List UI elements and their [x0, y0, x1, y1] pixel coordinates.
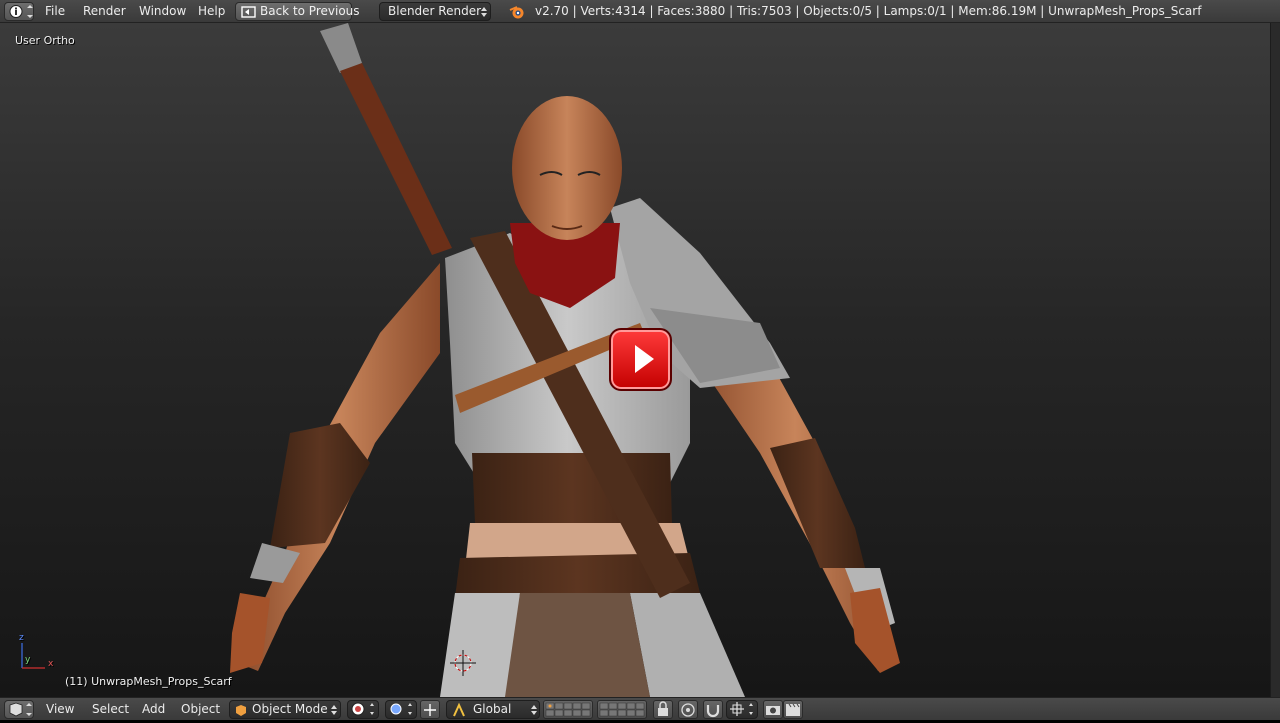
render-engine-select[interactable]: Blender Render — [379, 2, 491, 21]
axis-x-label: x — [48, 659, 54, 669]
menu-help[interactable]: Help — [198, 0, 225, 23]
render-animation-button[interactable] — [783, 700, 803, 719]
pivot-point-select[interactable] — [385, 700, 417, 719]
clapperboard-icon — [786, 703, 800, 716]
snap-element-select[interactable] — [726, 700, 758, 719]
menu-window[interactable]: Window — [139, 0, 186, 23]
view-type-label: User Ortho — [15, 34, 75, 47]
editor-type-selector[interactable] — [4, 2, 34, 21]
orientation-arrows-icon — [531, 705, 537, 715]
camera-icon — [766, 706, 780, 715]
scene-stats: v2.70 | Verts:4314 | Faces:3880 | Tris:7… — [535, 4, 1202, 18]
blender-logo-icon — [509, 6, 524, 19]
viewport-scrollbar[interactable] — [1270, 23, 1280, 697]
editor-type-selector-3d[interactable] — [4, 700, 34, 719]
layers-group-1[interactable] — [543, 700, 593, 719]
info-header: File Render Window Help Back to Previous… — [0, 0, 1280, 23]
back-to-previous-label: Back to Previous — [260, 4, 360, 18]
menu-file[interactable]: File — [45, 0, 65, 23]
orientation-icon — [453, 702, 465, 717]
mode-value: Object Mode — [252, 702, 328, 716]
snap-grid-icon — [730, 702, 753, 716]
mode-arrows-icon — [331, 705, 337, 715]
back-screen-icon — [241, 6, 256, 18]
snap-toggle-button[interactable] — [703, 700, 723, 719]
3d-view-header: View Select Add Object Object Mode Globa… — [0, 697, 1280, 720]
info-icon — [9, 5, 33, 18]
magnet-icon — [706, 705, 720, 718]
axis-z-label: z — [19, 633, 24, 643]
viewport-shading-select[interactable] — [347, 700, 379, 719]
orientation-value: Global — [473, 702, 512, 716]
proportional-editing-button[interactable] — [678, 700, 698, 719]
layers-group-2[interactable] — [597, 700, 647, 719]
active-object-label: (11) UnwrapMesh_Props_Scarf — [65, 675, 232, 688]
menu-add[interactable]: Add — [142, 698, 165, 721]
manipulator-toggle[interactable] — [420, 700, 440, 719]
menu-select[interactable]: Select — [92, 698, 129, 721]
proportional-icon — [681, 703, 695, 717]
render-image-button[interactable] — [763, 700, 783, 719]
lock-camera-button[interactable] — [653, 700, 673, 719]
mode-select[interactable]: Object Mode — [229, 700, 341, 719]
shading-icon — [351, 702, 374, 716]
pivot-icon — [390, 703, 412, 715]
menu-render[interactable]: Render — [83, 0, 126, 23]
layers-icon — [545, 702, 591, 717]
render-engine-value: Blender Render — [388, 4, 482, 18]
lock-icon — [658, 701, 668, 716]
axis-y-label: y — [25, 655, 31, 665]
menu-view[interactable]: View — [46, 698, 74, 721]
back-to-previous-button[interactable]: Back to Previous — [235, 2, 360, 21]
3d-viewport[interactable]: User Ortho z y x (11) UnwrapMesh_Props_S… — [0, 23, 1270, 697]
cube-icon — [9, 702, 32, 717]
updown-arrows-icon — [481, 7, 487, 17]
menu-object[interactable]: Object — [181, 698, 220, 721]
video-play-button[interactable] — [609, 328, 672, 391]
object-mode-icon — [236, 705, 246, 716]
layers-icon-2 — [599, 702, 645, 717]
transform-orientation-select[interactable]: Global — [446, 700, 540, 719]
manipulator-icon — [424, 704, 436, 716]
